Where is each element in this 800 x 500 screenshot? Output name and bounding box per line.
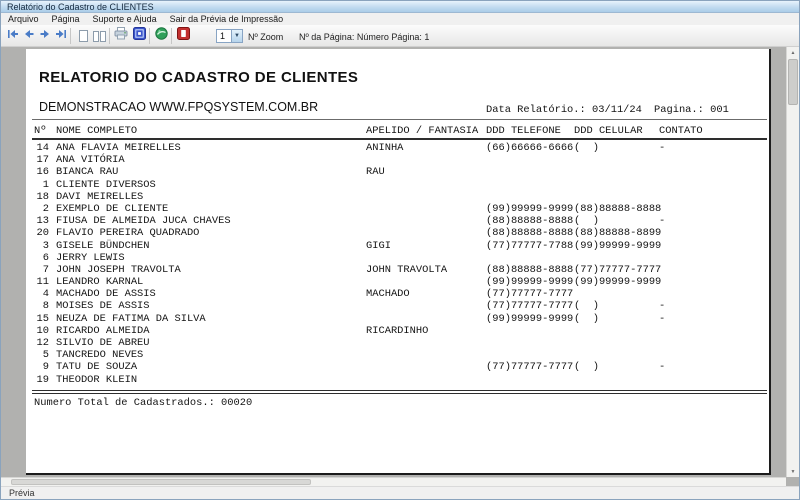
- report-page-number: Pagina.: 001: [654, 104, 729, 116]
- table-row: 1 CLIENTE DIVERSOS: [42, 178, 156, 191]
- menu-arquivo[interactable]: Arquivo: [8, 14, 39, 24]
- table-row: 13 FIUSA DE ALMEIDA JUCA CHAVES (88)88888-…: [36, 215, 666, 228]
- print-preview-area: RELATORIO DO CADASTRO DE CLIENTES DEMONS…: [1, 47, 799, 486]
- footer-double-rule-top: [32, 390, 767, 391]
- table-row: 9 TATU DE SOUZA (77)77777-7777( ) -: [42, 361, 666, 374]
- column-header-contato: CONTATO: [659, 125, 703, 137]
- two-page-icon: [92, 30, 106, 42]
- zoom-select[interactable]: 1 ▼: [216, 29, 243, 43]
- vertical-scrollbar[interactable]: ▲ ▼: [786, 47, 799, 477]
- zoom-select-value: 1: [220, 31, 226, 41]
- two-page-view-button[interactable]: [91, 28, 107, 44]
- table-row: 2 EXEMPLO DE CLIENTE (99)99999-9999 (88)888…: [42, 202, 662, 215]
- column-header-celular: DDD CELULAR: [574, 125, 643, 137]
- table-row: 6 JERRY LEWIS: [42, 251, 125, 264]
- horizontal-scrollbar[interactable]: [1, 477, 786, 486]
- prev-page-icon: [23, 27, 35, 45]
- report-total: Numero Total de Cadastrados.: 00020: [34, 397, 253, 409]
- column-header-telefone: DDD TELEFONE: [486, 125, 561, 137]
- window-title: Relatório do Cadastro de CLIENTES: [7, 1, 154, 12]
- table-row: 8 MOISES DE ASSIS (77)77777-7777( ) -: [42, 300, 666, 313]
- vertical-scroll-thumb[interactable]: [788, 59, 798, 105]
- header-top-rule: [32, 119, 767, 120]
- menu-suporte-e-ajuda[interactable]: Suporte e Ajuda: [93, 14, 157, 24]
- table-row: 18 DAVI MEIRELLES: [36, 190, 144, 203]
- printer-icon: [114, 27, 128, 45]
- globe-button[interactable]: [153, 27, 169, 45]
- first-page-button[interactable]: [5, 28, 21, 44]
- printer-config-icon: [132, 27, 146, 45]
- table-row: 14 ANA FLAVIA MEIRELLES ANINHA (66)66666-66…: [36, 142, 666, 154]
- menu-sair-da-previa[interactable]: Sair da Prévia de Impressão: [170, 14, 284, 24]
- table-row: 5 TANCREDO NEVES: [42, 349, 144, 362]
- exit-button[interactable]: [175, 27, 191, 45]
- table-row: 12 SILVIO DE ABREU: [36, 337, 150, 349]
- report-date: Data Relatório.: 03/11/24: [486, 104, 642, 116]
- horizontal-scroll-thumb[interactable]: [11, 479, 311, 485]
- page-number-label: Nº da Página: Número Página: 1: [299, 32, 430, 42]
- table-row: 17 ANA VITÓRIA: [36, 154, 125, 167]
- globe-icon: [154, 27, 168, 45]
- toolbar-separator: [109, 28, 110, 44]
- next-page-icon: [39, 27, 51, 45]
- table-row: 7 JOHN JOSEPH TRAVOLTA JOHN TRAVOLTA (88)88…: [42, 263, 662, 276]
- status-text: Prévia: [9, 488, 35, 498]
- first-page-icon: [7, 27, 19, 45]
- status-bar: Prévia: [1, 486, 799, 499]
- report-rows: 14 ANA FLAVIA MEIRELLES ANINHA (66)66666-66…: [26, 142, 771, 386]
- table-row: 20 FLAVIO PEREIRA QUADRADO (88)88888-8888(…: [36, 227, 662, 240]
- footer-double-rule-bottom: [32, 393, 767, 394]
- scroll-up-icon[interactable]: ▲: [787, 47, 799, 58]
- toolbar-separator: [70, 28, 71, 44]
- toolbar: 1 ▼ Nº Zoom Nº da Página: Número Página:…: [1, 25, 799, 47]
- menu-bar: Arquivo Página Suporte e Ajuda Sair da P…: [1, 13, 799, 25]
- report-subtitle: DEMONSTRACAO WWW.FPQSYSTEM.COM.BR: [39, 100, 319, 114]
- chevron-down-icon[interactable]: ▼: [231, 30, 242, 42]
- column-header-apelido: APELIDO / FANTASIA: [366, 125, 479, 137]
- report-title: RELATORIO DO CADASTRO DE CLIENTES: [39, 69, 359, 86]
- last-page-icon: [55, 27, 67, 45]
- menu-pagina[interactable]: Página: [52, 14, 80, 24]
- exit-icon: [176, 27, 190, 45]
- zoom-label: Nº Zoom: [248, 32, 284, 42]
- single-page-view-button[interactable]: [75, 28, 91, 44]
- table-row: 4 MACHADO DE ASSIS MACHADO (77)77777-7777: [42, 288, 574, 301]
- column-header-num: Nº: [34, 125, 47, 137]
- table-row: 10 RICARDO ALMEIDA RICARDINHO: [36, 324, 429, 337]
- printer-config-button[interactable]: [131, 27, 147, 45]
- print-button[interactable]: [113, 27, 129, 45]
- table-row: 19 THEODOR KLEIN: [36, 373, 138, 386]
- prev-page-button[interactable]: [21, 28, 37, 44]
- scroll-down-icon[interactable]: ▼: [787, 466, 799, 477]
- table-row: 15 NEUZA DE FATIMA DA SILVA (99)99999-9999…: [36, 312, 666, 325]
- last-page-button[interactable]: [53, 28, 69, 44]
- title-bar: Relatório do Cadastro de CLIENTES: [1, 1, 799, 13]
- table-row: 11 LEANDRO KARNAL (99)99999-9999 (99)99999-…: [36, 276, 662, 289]
- toolbar-separator: [149, 28, 150, 44]
- toolbar-separator: [171, 28, 172, 44]
- next-page-button[interactable]: [37, 28, 53, 44]
- app-window: Relatório do Cadastro de CLIENTES Arquiv…: [0, 0, 800, 500]
- header-bottom-rule: [32, 138, 767, 140]
- single-page-icon: [78, 30, 88, 42]
- report-page: RELATORIO DO CADASTRO DE CLIENTES DEMONS…: [26, 49, 771, 475]
- table-row: 3 GISELE BÜNDCHEN GIGI (77)77777-7788 (99)99…: [42, 239, 662, 252]
- table-row: 16 BIANCA RAU RAU: [36, 166, 385, 179]
- column-header-nome: NOME COMPLETO: [56, 125, 138, 137]
